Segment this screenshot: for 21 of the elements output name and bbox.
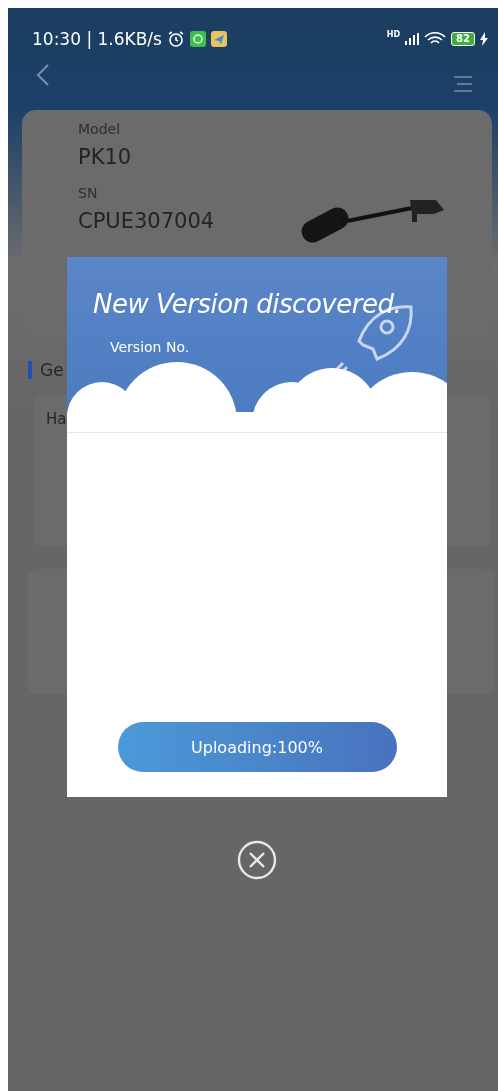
sn-label: SN: [78, 184, 99, 202]
model-value: PK10: [78, 144, 133, 170]
paper-plane-icon: [210, 31, 227, 47]
status-time-speed: 10:30 | 1.6KB/s: [32, 29, 162, 49]
signal-icon: [405, 33, 420, 45]
back-icon[interactable]: [36, 64, 50, 86]
version-label: Version No.: [110, 339, 190, 355]
alarm-clock-icon: [166, 30, 185, 48]
sn-value: CPUE307004: [78, 208, 215, 234]
section-title: Ge: [40, 360, 64, 380]
network-type-label: HD: [386, 30, 401, 39]
info-label: Ha: [46, 410, 67, 428]
battery-indicator: 82: [451, 32, 475, 46]
charging-icon: [480, 32, 488, 46]
model-label: Model: [78, 120, 122, 138]
wifi-icon: [424, 32, 447, 46]
dialog-title: New Version discovered.: [93, 289, 402, 319]
upload-status-button[interactable]: Uploading:100%: [117, 722, 397, 772]
app-notification-icon: [189, 31, 206, 47]
close-icon[interactable]: [237, 840, 277, 880]
menu-icon[interactable]: [454, 76, 472, 92]
